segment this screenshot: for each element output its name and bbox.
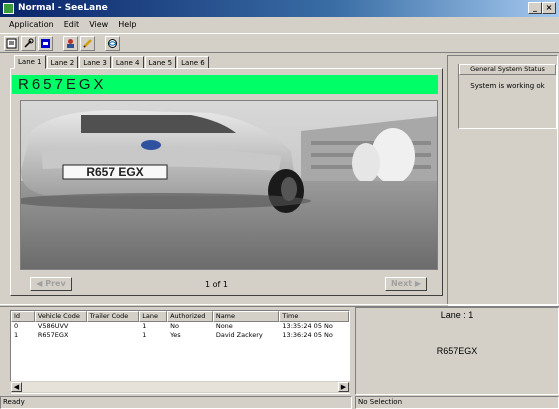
- window-title: Normal - SeeLane: [18, 3, 108, 13]
- scroll-right-icon[interactable]: ▶: [338, 382, 349, 392]
- scroll-left-icon[interactable]: ◀: [11, 382, 22, 392]
- pen-icon[interactable]: [80, 36, 95, 51]
- vehicle-photo: R657 EGX: [20, 100, 438, 270]
- list-header: Id Vehicle Code Trailer Code Lane Author…: [11, 311, 349, 322]
- plate-readout: R657EGX: [12, 75, 438, 94]
- detail-plate: R657EGX: [436, 346, 478, 356]
- list-row[interactable]: 1 R657EGX 1 Yes David Zackery 13:36:24 0…: [11, 331, 349, 340]
- col-lane[interactable]: Lane: [139, 311, 168, 322]
- photo-plate-text: R657 EGX: [86, 165, 143, 179]
- status-ready: Ready: [0, 396, 352, 409]
- horizontal-scrollbar[interactable]: ◀ ▶: [10, 381, 350, 393]
- wrench-icon[interactable]: [21, 36, 36, 51]
- tab-lane-1[interactable]: Lane 1: [14, 55, 46, 69]
- menu-help[interactable]: Help: [113, 18, 141, 32]
- page-indicator: 1 of 1: [205, 280, 228, 289]
- col-name[interactable]: Name: [212, 311, 280, 322]
- list-row[interactable]: 0 V586UVV 1 No None 13:35:24 05 No: [11, 322, 349, 331]
- globe-icon[interactable]: [105, 36, 120, 51]
- menu-bar: Application Edit View Help: [0, 18, 559, 32]
- user-icon[interactable]: [63, 36, 78, 51]
- close-button[interactable]: ×: [542, 2, 556, 14]
- cell-lane: 1: [142, 331, 147, 339]
- document-icon[interactable]: [4, 36, 19, 51]
- status-selection: No Selection: [355, 396, 559, 409]
- cell-trailer-code: [87, 331, 140, 340]
- status-header: General System Status: [459, 64, 556, 75]
- cell-trailer-code: [87, 322, 140, 331]
- col-vehicle-code[interactable]: Vehicle Code: [34, 311, 87, 322]
- lane-tabs: Lane 1 Lane 2 Lane 3 Lane 4 Lane 5 Lane …: [14, 55, 210, 69]
- cell-lane: 1: [142, 322, 147, 330]
- app-icon: [3, 3, 14, 14]
- detail-lane: Lane : 1: [440, 310, 474, 320]
- title-bar: Normal - SeeLane _ ×: [0, 0, 559, 17]
- menu-application[interactable]: Application: [4, 18, 59, 32]
- toolbar: [0, 33, 559, 53]
- cell-id: 1: [14, 331, 19, 339]
- cell-vehicle-code: V586UVV: [37, 322, 69, 330]
- status-message: System is working ok: [470, 82, 545, 90]
- prev-button[interactable]: ◀ Prev: [30, 277, 72, 291]
- stop-icon[interactable]: [38, 36, 53, 51]
- cell-time: 13:36:24 05 No: [282, 331, 333, 339]
- menu-edit[interactable]: Edit: [59, 18, 85, 32]
- cell-id: 0: [14, 322, 19, 330]
- next-button[interactable]: Next ▶: [385, 277, 427, 291]
- col-id[interactable]: Id: [11, 311, 35, 322]
- minimize-button[interactable]: _: [528, 2, 542, 14]
- col-authorized[interactable]: Authorized: [167, 311, 213, 322]
- cell-authorized: No: [170, 322, 179, 330]
- menu-view[interactable]: View: [84, 18, 113, 32]
- status-bar: Ready No Selection: [0, 396, 559, 409]
- col-time[interactable]: Time: [279, 311, 349, 322]
- cell-name: None: [215, 322, 233, 330]
- app-window: Normal - SeeLane _ × Application Edit Vi…: [0, 0, 559, 409]
- cell-time: 13:35:24 05 No: [282, 322, 333, 330]
- cell-name: David Zackery: [215, 331, 263, 339]
- col-trailer-code[interactable]: Trailer Code: [86, 311, 140, 322]
- cell-authorized: Yes: [170, 331, 181, 339]
- cell-vehicle-code: R657EGX: [37, 331, 69, 339]
